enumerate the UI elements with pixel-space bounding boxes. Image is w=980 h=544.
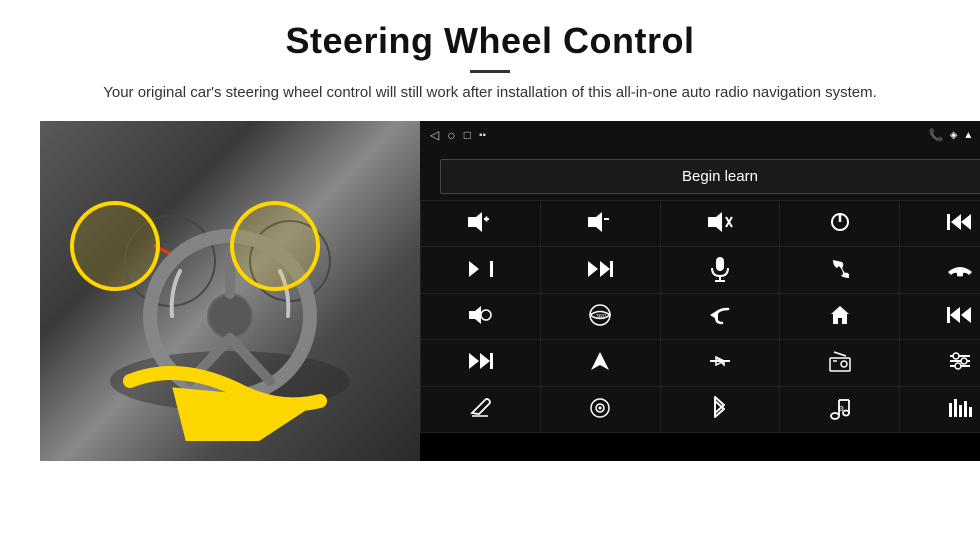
content-row: ◁ ○ □ ▪▪ 📞 ◈ ▲ 15:52 Begin learn [40,121,940,461]
location-icon: ◈ [950,130,958,141]
target-button[interactable] [541,387,660,432]
music-button[interactable]: ⚙ [780,387,899,432]
power-icon [829,211,851,236]
view-360-button[interactable]: 360° [541,294,660,339]
vol-up-icon [466,211,494,236]
mic-button[interactable] [661,247,780,292]
settings-area [420,433,980,461]
music-icon: ⚙ [828,396,852,423]
end-call-icon [947,260,973,281]
title-divider [470,70,510,73]
call-icon [829,258,851,283]
nav-home-icon[interactable]: ○ [447,127,455,143]
vol-up-button[interactable] [421,201,540,246]
page-subtitle: Your original car's steering wheel contr… [100,81,880,105]
prev-button[interactable] [900,201,980,246]
nav-buttons: ◁ ○ □ ▪▪ [430,127,486,143]
begin-learn-button[interactable]: Begin learn [440,159,980,194]
svg-text:360°: 360° [596,314,606,320]
page-title: Steering Wheel Control [40,20,940,62]
rewind-button[interactable] [900,294,980,339]
vol-down-icon [586,211,614,236]
skip-ff-button[interactable] [541,247,660,292]
equalizer-button[interactable] [900,387,980,432]
home-icon [829,304,851,329]
mute-icon [706,211,734,236]
radio-icon [828,350,852,375]
svg-text:⚙: ⚙ [838,405,844,413]
page-wrapper: Steering Wheel Control Your original car… [0,0,980,471]
nav-signal-icon: ▪▪ [479,130,486,141]
settings-eq-button[interactable] [900,340,980,385]
android-statusbar: ◁ ○ □ ▪▪ 📞 ◈ ▲ 15:52 [420,121,980,149]
navigate-button[interactable] [541,340,660,385]
next-icon [467,259,493,282]
bluetooth-icon [712,395,728,424]
settings-eq-icon [948,350,972,375]
eq-button[interactable] [661,340,780,385]
back-button[interactable] [661,294,780,339]
android-interface: ◁ ○ □ ▪▪ 📞 ◈ ▲ 15:52 Begin learn [420,121,980,461]
statusbar-right: 📞 ◈ ▲ 15:52 [929,128,980,142]
equalizer-icon [947,397,973,422]
target-icon [589,397,611,422]
mic-icon [710,256,730,285]
bluetooth-button[interactable] [661,387,780,432]
vol-down-button[interactable] [541,201,660,246]
edit-icon [469,397,491,422]
prev-icon [947,212,973,235]
navigate-icon [589,350,611,375]
eq-icon [708,351,732,374]
button-group-right-highlight [230,201,320,291]
arrow-indicator [120,351,340,441]
end-call-button[interactable] [900,247,980,292]
nav-back-icon[interactable]: ◁ [430,128,439,142]
wifi-icon: ▲ [963,130,973,141]
icon-grid: 360° [420,200,980,433]
phone-status-icon: 📞 [929,128,944,142]
power-button[interactable] [780,201,899,246]
fast-forward-icon [467,351,493,374]
mute-button[interactable] [661,201,780,246]
nav-recents-icon[interactable]: □ [464,128,471,142]
rewind-icon [947,305,973,328]
radio-button[interactable] [780,340,899,385]
back-icon [708,305,732,328]
view-360-icon: 360° [587,302,613,331]
begin-learn-section: Begin learn [420,149,980,200]
call-button[interactable] [780,247,899,292]
car-image-bg [40,121,420,461]
car-image-section [40,121,420,461]
title-section: Steering Wheel Control Your original car… [40,20,940,105]
fast-forward-button[interactable] [421,340,540,385]
next-button[interactable] [421,247,540,292]
edit-button[interactable] [421,387,540,432]
skip-ff-icon [586,259,614,282]
speaker-icon [467,304,493,329]
home-button[interactable] [780,294,899,339]
button-group-left-highlight [70,201,160,291]
speaker-button[interactable] [421,294,540,339]
